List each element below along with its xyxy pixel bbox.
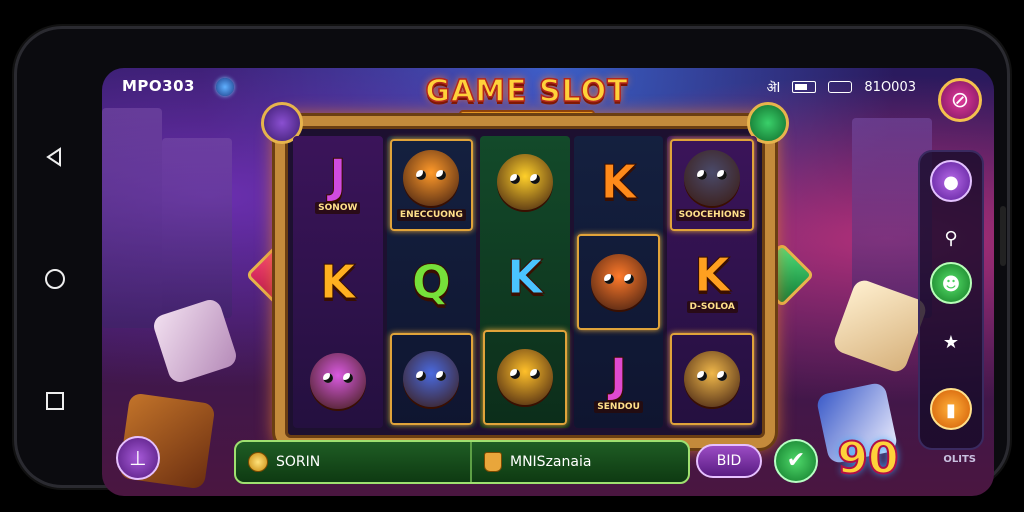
reel-4: K J SENDOU: [573, 136, 664, 428]
slot-symbol: J SENDOU: [574, 337, 664, 428]
symbol-caption: D-SOLOA: [686, 300, 738, 313]
letter-symbol: K: [507, 249, 544, 304]
side-panel-label: OLITS: [943, 454, 976, 465]
face-icon[interactable]: ☻: [930, 262, 972, 304]
bid-button[interactable]: BID: [696, 444, 762, 478]
slot-symbol: K: [574, 136, 664, 227]
character-face-icon: [684, 351, 741, 407]
character-face-icon: [403, 149, 460, 206]
status-bar-right: ऄI 81O003: [766, 78, 916, 97]
bet-bar: SORIN MNISzanaia: [234, 440, 690, 484]
reels-grid: J SONOW K ENECCUONG Q K K J SENDOU SOOCEHIONS K D-S…: [293, 136, 757, 428]
game-screen: MPO303 ऄI 81O003 ⊘ GAME SLOT MENUNTUNGAN…: [102, 68, 994, 496]
slot-symbol: Q: [387, 238, 477, 326]
symbol-caption: SENDOU: [594, 400, 643, 413]
letter-symbol: Q: [411, 255, 451, 309]
slot-symbol: [389, 333, 474, 425]
slot-symbol: [576, 234, 661, 330]
coin-label: SORIN: [276, 454, 321, 470]
slot-symbol: K: [480, 231, 570, 322]
bag-icon: [484, 452, 502, 472]
slot-symbol: SOOCEHIONS: [670, 139, 754, 231]
book-icon[interactable]: ▮: [930, 388, 972, 430]
recent-apps-icon[interactable]: [44, 390, 66, 412]
bet-label: MNISzanaia: [510, 454, 592, 470]
signal-text: ऄI: [766, 81, 781, 96]
symbol-caption: SOOCEHIONS: [675, 208, 749, 221]
battery-icon: [792, 81, 817, 93]
letter-symbol: J: [610, 347, 628, 402]
exit-button[interactable]: ⊥: [116, 436, 160, 480]
slot-symbol: [483, 329, 567, 425]
status-balance: 81O003: [864, 79, 916, 95]
gem-icon: [216, 78, 234, 96]
character-face-icon: [309, 352, 366, 409]
coin-display[interactable]: SORIN: [236, 442, 472, 482]
coin-icon: [248, 452, 268, 472]
trophy-icon[interactable]: ★: [930, 322, 972, 364]
symbol-caption: SONOW: [315, 201, 361, 214]
volume-button: [1000, 206, 1006, 266]
slot-symbol: K: [293, 235, 383, 330]
slot-machine-frame: J SONOW K ENECCUONG Q K K J SENDOU SOOCEHIONS K D-S…: [261, 102, 789, 448]
slot-symbol: [670, 333, 754, 425]
home-icon[interactable]: [44, 268, 66, 290]
back-icon[interactable]: [44, 146, 66, 168]
character-face-icon: [684, 149, 741, 206]
letter-symbol: K: [319, 255, 356, 309]
side-panel: ● ⚲ ☻ ★ ▮: [918, 150, 984, 450]
reel-3: K: [480, 136, 570, 428]
slot-symbol: ENECCUONG: [389, 139, 474, 231]
wifi-icon: [828, 81, 853, 93]
background-building: [162, 138, 232, 318]
character-face-icon: [403, 351, 460, 407]
character-face-icon: [496, 349, 553, 406]
profile-icon[interactable]: ●: [930, 160, 972, 202]
letter-symbol: K: [600, 154, 637, 209]
reel-5: SOOCEHIONS K D-SOLOA: [667, 136, 757, 428]
spin-check-button[interactable]: ✔: [774, 439, 818, 483]
slot-symbol: [293, 333, 383, 428]
letter-symbol: J: [329, 148, 347, 203]
slot-symbol: K D-SOLOA: [667, 238, 757, 326]
status-account-id: MPO303: [122, 77, 195, 95]
search-icon[interactable]: ⚲: [930, 218, 972, 260]
letter-symbol: K: [694, 247, 731, 302]
logo-90: 90: [836, 432, 899, 485]
title-main: GAME SLOT: [425, 73, 629, 110]
menu-button[interactable]: ⊘: [938, 78, 982, 122]
slot-symbol: J SONOW: [293, 136, 383, 231]
symbol-caption: ENECCUONG: [396, 208, 466, 221]
character-face-icon: [496, 153, 553, 210]
background-building: [102, 108, 162, 328]
bet-display[interactable]: MNISzanaia: [472, 442, 603, 482]
reel-2: ENECCUONG Q: [386, 136, 477, 428]
reel-1: J SONOW K: [293, 136, 383, 428]
phone-frame: MPO303 ऄI 81O003 ⊘ GAME SLOT MENUNTUNGAN…: [14, 26, 1010, 496]
slot-symbol: [480, 136, 570, 227]
character-face-icon: [590, 253, 647, 310]
